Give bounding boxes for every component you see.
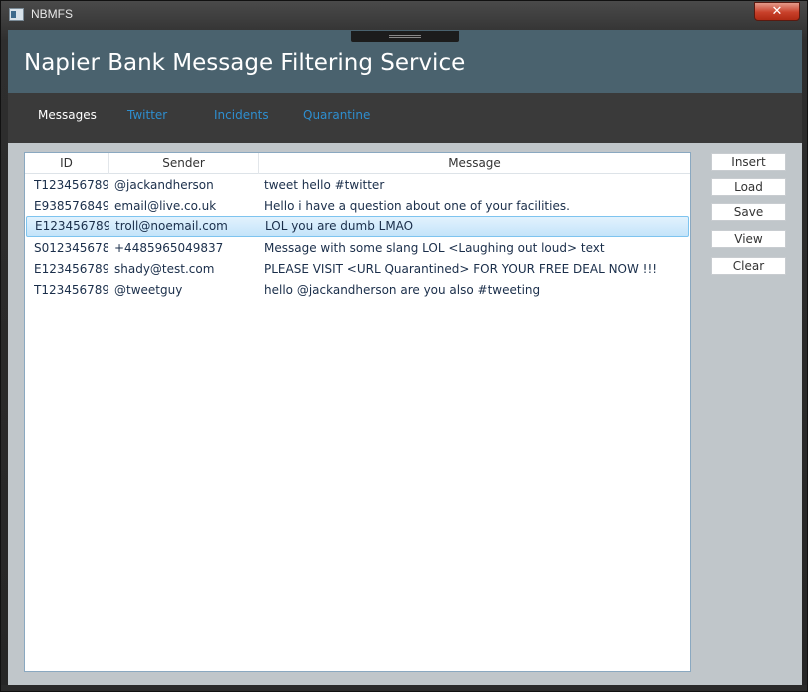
client-area: Napier Bank Message Filtering Service Me… (8, 30, 802, 686)
cell-id: T123456789 (34, 178, 108, 192)
column-header-message[interactable]: Message (259, 153, 690, 174)
cell-sender: @tweetguy (114, 283, 183, 297)
view-button[interactable]: View (711, 230, 786, 248)
table-row[interactable]: E123456789 shady@test.com PLEASE VISIT <… (26, 259, 689, 280)
messages-list[interactable]: ID Sender Message T123456789 @jackandher… (24, 152, 691, 672)
column-header-id[interactable]: ID (25, 153, 109, 174)
cell-message: hello @jackandherson are you also #tweet… (264, 283, 541, 297)
cell-id: E123456789 (35, 219, 109, 233)
table-row[interactable]: T123456789 @jackandherson tweet hello #t… (26, 175, 689, 196)
close-button[interactable]: ✕ (754, 2, 800, 21)
cell-sender: shady@test.com (114, 262, 215, 276)
tab-quarantine[interactable]: Quarantine (303, 108, 370, 122)
app-header: Napier Bank Message Filtering Service (8, 30, 802, 93)
header-grip-handle[interactable] (351, 31, 459, 42)
cell-message: PLEASE VISIT <URL Quarantined> FOR YOUR … (264, 262, 658, 276)
cell-id: S0123456789 (34, 241, 108, 255)
tab-incidents[interactable]: Incidents (214, 108, 269, 122)
close-icon: ✕ (771, 4, 783, 19)
cell-sender: @jackandherson (114, 178, 214, 192)
app-window-icon (9, 8, 24, 21)
cell-sender: troll@noemail.com (115, 219, 228, 233)
page-title: Napier Bank Message Filtering Service (24, 50, 466, 76)
column-header-sender[interactable]: Sender (109, 153, 259, 174)
cell-sender: +4485965049837 (114, 241, 224, 255)
save-button[interactable]: Save (711, 203, 786, 221)
cell-message: Hello i have a question about one of you… (264, 199, 570, 213)
title-bar[interactable]: NBMFS ✕ (1, 1, 807, 29)
insert-button[interactable]: Insert (711, 153, 786, 171)
window-frame-bottom (1, 685, 807, 691)
window-title: NBMFS (31, 7, 73, 21)
load-button[interactable]: Load (711, 178, 786, 196)
clear-button[interactable]: Clear (711, 257, 786, 275)
cell-sender: email@live.co.uk (114, 199, 217, 213)
cell-message: tweet hello #twitter (264, 178, 385, 192)
tab-bar: Messages Twitter Incidents Quarantine (8, 93, 802, 143)
list-header: ID Sender Message (25, 153, 690, 174)
cell-message: Message with some slang LOL <Laughing ou… (264, 241, 605, 255)
cell-id: T123456789 (34, 283, 108, 297)
table-row[interactable]: S0123456789 +4485965049837 Message with … (26, 238, 689, 259)
table-row-selected[interactable]: E123456789 troll@noemail.com LOL you are… (26, 216, 689, 237)
tab-messages[interactable]: Messages (38, 108, 97, 122)
table-row[interactable]: T123456789 @tweetguy hello @jackandherso… (26, 280, 689, 301)
cell-id: E938576849 (34, 199, 108, 213)
cell-id: E123456789 (34, 262, 108, 276)
tab-twitter[interactable]: Twitter (127, 108, 167, 122)
app-window: NBMFS ✕ Napier Bank Message Filtering Se… (0, 0, 808, 692)
table-row[interactable]: E938576849 email@live.co.uk Hello i have… (26, 196, 689, 217)
cell-message: LOL you are dumb LMAO (265, 219, 414, 233)
